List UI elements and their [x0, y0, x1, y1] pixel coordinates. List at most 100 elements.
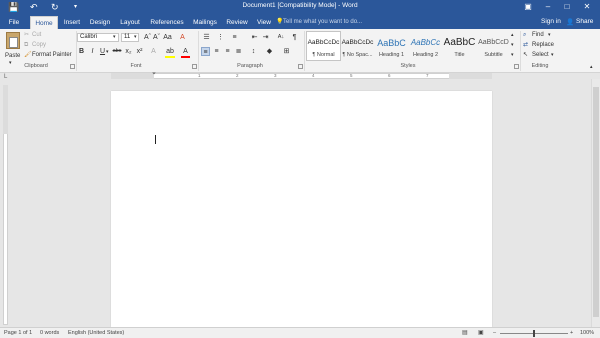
zoom-slider-thumb[interactable]: [533, 330, 535, 337]
superscript-button[interactable]: x²: [135, 47, 144, 56]
select-dropdown-icon[interactable]: ▾: [551, 51, 554, 59]
clipboard-launcher-icon[interactable]: [70, 64, 75, 69]
font-color-button[interactable]: A: [181, 47, 190, 56]
tab-view[interactable]: View: [254, 16, 274, 29]
paragraph-launcher-icon[interactable]: [298, 64, 303, 69]
styles-scroll-up-icon[interactable]: ▴: [511, 31, 514, 39]
show-formatting-button[interactable]: ¶: [290, 33, 299, 42]
ruler-right-margin: [449, 73, 492, 79]
font-launcher-icon[interactable]: [192, 64, 197, 69]
find-magnifier-icon: ⌕: [523, 32, 527, 38]
subscript-button[interactable]: x₂: [124, 47, 133, 56]
clear-formatting-button[interactable]: A: [178, 33, 187, 42]
align-right-icon[interactable]: ≡: [223, 47, 232, 56]
style-title[interactable]: AaBbC Title: [442, 31, 477, 61]
line-spacing-icon[interactable]: ↕: [249, 47, 258, 56]
vertical-scrollbar[interactable]: [591, 79, 600, 327]
style-heading-1[interactable]: AaBbC Heading 1: [374, 31, 409, 61]
decrease-indent-icon[interactable]: ⇤: [250, 33, 259, 42]
tab-mailings[interactable]: Mailings: [190, 16, 220, 29]
style-no-spacing[interactable]: AaBbCcDc ¶ No Spac...: [340, 31, 375, 61]
styles-scroll-down-icon[interactable]: ▾: [511, 41, 514, 49]
document-title: Document1 [Compatibility Mode] - Word: [242, 2, 358, 9]
maximize-button[interactable]: □: [558, 0, 576, 14]
horizontal-ruler[interactable]: 2 1 1 2 3 4 5 6 7: [111, 73, 492, 79]
font-name-dropdown-icon[interactable]: ▾: [113, 33, 116, 41]
styles-more-icon[interactable]: ▾: [511, 51, 514, 59]
share-button[interactable]: Share: [576, 16, 593, 28]
style-heading-2[interactable]: AaBbCc Heading 2: [408, 31, 443, 61]
format-painter-button[interactable]: Format Painter: [32, 51, 72, 59]
paste-button[interactable]: Paste: [5, 52, 20, 60]
select-arrow-icon: ↖: [523, 52, 529, 58]
align-left-icon[interactable]: ≡: [201, 47, 210, 56]
close-button[interactable]: ✕: [578, 0, 596, 14]
scrollbar-thumb[interactable]: [593, 87, 599, 317]
language-status[interactable]: English (United States): [68, 330, 124, 337]
justify-icon[interactable]: ≣: [234, 47, 243, 56]
text-effects-button[interactable]: A: [149, 47, 158, 56]
increase-indent-icon[interactable]: ⇥: [261, 33, 270, 42]
tab-file[interactable]: File: [4, 16, 24, 29]
zoom-slider[interactable]: [500, 330, 568, 337]
style-name: Subtitle: [484, 52, 503, 58]
tab-design[interactable]: Design: [88, 16, 112, 29]
page-count[interactable]: Page 1 of 1: [4, 330, 32, 337]
style-preview: AaBbCcD: [478, 39, 509, 46]
minimize-button[interactable]: –: [539, 0, 557, 14]
vertical-ruler-top-margin: [3, 85, 8, 134]
style-name: ¶ No Spac...: [342, 52, 373, 58]
word-count[interactable]: 0 words: [40, 330, 59, 337]
sign-in-link[interactable]: Sign in: [541, 16, 561, 28]
indent-marker-icon[interactable]: ⏷: [152, 71, 156, 77]
shading-icon[interactable]: ◆: [265, 47, 274, 56]
select-button[interactable]: Select: [532, 51, 549, 59]
multilevel-list-icon[interactable]: ≡: [230, 33, 239, 42]
style-normal[interactable]: AaBbCcDc ¶ Normal: [306, 31, 341, 61]
tab-home[interactable]: Home: [30, 16, 58, 29]
ruler-mark: 7: [426, 73, 429, 78]
tab-review[interactable]: Review: [225, 16, 249, 29]
zoom-in-button[interactable]: +: [570, 330, 573, 337]
strikethrough-button[interactable]: abc: [111, 47, 123, 56]
tab-selector-icon[interactable]: L: [4, 74, 7, 80]
borders-icon[interactable]: ⊞: [282, 47, 291, 56]
collapse-ribbon-icon[interactable]: ▴: [590, 63, 593, 71]
underline-dropdown-icon[interactable]: ▾: [106, 48, 109, 56]
sort-button[interactable]: A↓: [275, 33, 287, 42]
italic-button[interactable]: I: [88, 47, 97, 56]
numbering-icon[interactable]: ⋮: [216, 33, 225, 42]
grow-font-button[interactable]: Aˆ: [143, 33, 152, 42]
tab-layout[interactable]: Layout: [118, 16, 142, 29]
change-case-button[interactable]: Aa: [163, 33, 172, 42]
find-button[interactable]: Find: [532, 31, 544, 39]
bold-button[interactable]: B: [77, 47, 86, 56]
document-page[interactable]: [111, 91, 492, 327]
find-dropdown-icon[interactable]: ▾: [548, 31, 551, 39]
ruler-mark: 1: [198, 73, 201, 78]
highlight-button[interactable]: ab: [165, 47, 175, 56]
styles-launcher-icon[interactable]: [514, 64, 519, 69]
style-name: Heading 2: [412, 52, 439, 58]
bullets-icon[interactable]: ☰: [202, 33, 211, 42]
style-preview: AaBbCc: [410, 38, 441, 47]
replace-button[interactable]: Replace: [532, 41, 554, 49]
ribbon-display-options-icon[interactable]: ▣: [519, 0, 537, 14]
align-center-icon[interactable]: ≡: [212, 47, 221, 56]
share-person-icon[interactable]: 👤: [566, 16, 574, 29]
status-bar: Page 1 of 1 0 words English (United Stat…: [0, 327, 600, 338]
zoom-out-button[interactable]: –: [493, 330, 496, 337]
cut-button[interactable]: Cut: [32, 31, 41, 39]
style-subtitle[interactable]: AaBbCcD Subtitle: [476, 31, 511, 61]
shrink-font-button[interactable]: Aˇ: [152, 33, 161, 42]
style-name: Title: [454, 52, 465, 58]
tell-me-search[interactable]: Tell me what you want to do...: [283, 16, 362, 28]
read-mode-icon[interactable]: ▤: [462, 330, 468, 337]
tab-insert[interactable]: Insert: [60, 16, 84, 29]
zoom-level[interactable]: 100%: [580, 330, 594, 337]
font-size-dropdown-icon[interactable]: ▾: [134, 33, 137, 41]
print-layout-icon[interactable]: ▣: [478, 330, 484, 337]
text-cursor: [155, 135, 156, 144]
copy-button[interactable]: Copy: [32, 41, 46, 49]
tab-references[interactable]: References: [148, 16, 186, 29]
